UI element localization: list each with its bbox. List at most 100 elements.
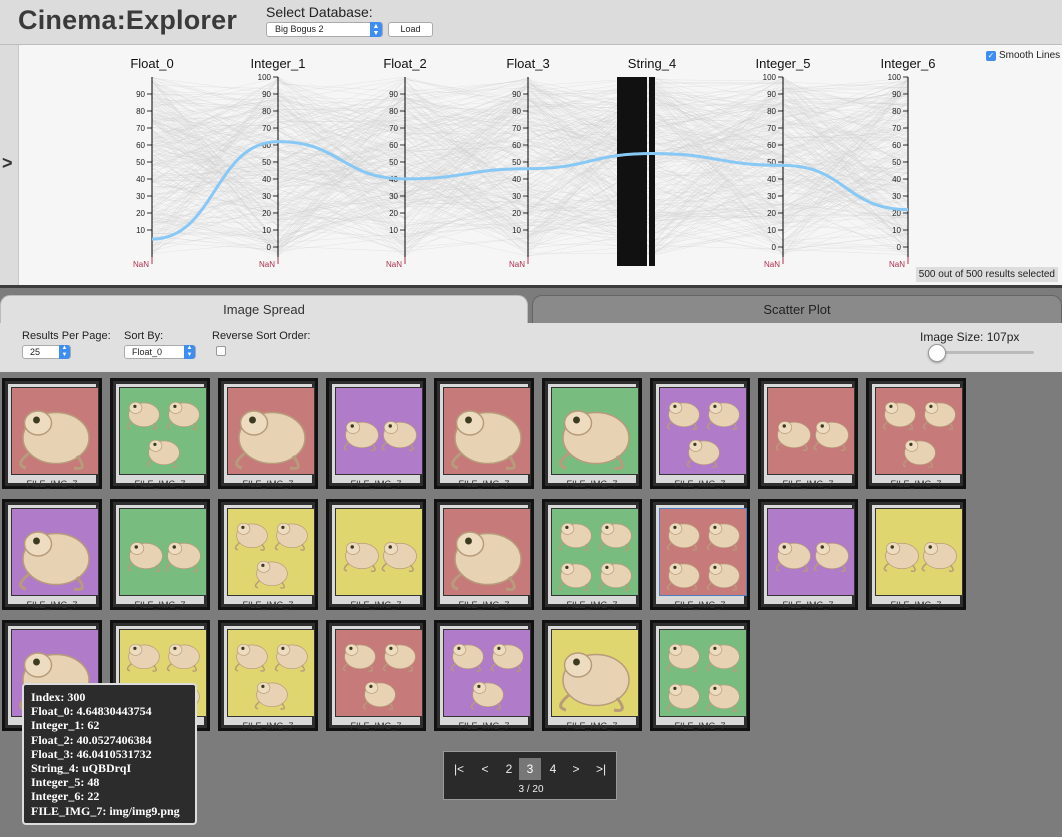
tick-label: 10 [136,226,145,235]
checkbox-checked-icon[interactable]: ✓ [986,50,996,61]
image-card[interactable]: FILE_IMG_7 [326,499,426,610]
image-card[interactable]: FILE_IMG_7 [758,499,858,610]
current-page-button[interactable]: 3 [519,758,541,780]
card-thumbnail[interactable] [11,387,99,475]
reverse-sort-checkbox[interactable] [216,346,226,356]
prev-page-button[interactable]: < [474,758,496,780]
card-thumbnail[interactable] [443,629,531,717]
image-card[interactable]: FILE_IMG_7 [434,620,534,731]
image-card-inner: FILE_IMG_7 [548,626,639,731]
image-card[interactable]: FILE_IMG_7 [866,499,966,610]
database-select[interactable]: Big Bogus 2 ▲ ▼ [266,22,383,37]
image-card[interactable]: FILE_IMG_7 [218,499,318,610]
page-button[interactable]: 2 [498,758,520,780]
load-button[interactable]: Load [388,22,433,37]
image-card[interactable]: FILE_IMG_7 [218,378,318,489]
frog-figure [666,522,700,551]
tick-label: 70 [389,124,398,133]
first-page-button[interactable]: |< [448,758,470,780]
frog-figure [706,562,740,591]
frog-figure [883,542,919,572]
image-card[interactable]: FILE_IMG_7 [866,378,966,489]
card-thumbnail[interactable] [335,629,423,717]
tooltip-line: Float_0: 4.64830443754 [31,704,152,719]
image-card[interactable]: FILE_IMG_7 [542,620,642,731]
axis-title: Float_3 [506,56,549,71]
frog-figure [558,522,592,551]
card-label: FILE_IMG_7 [782,600,834,610]
tooltip-line: Integer_5: 48 [31,775,100,790]
card-thumbnail[interactable] [119,387,207,475]
image-card[interactable]: FILE_IMG_7 [2,378,102,489]
axis-string-4[interactable]: String_4 [628,56,676,71]
tab-scatter-plot[interactable]: Scatter Plot [532,295,1062,324]
tab-image-spread[interactable]: Image Spread [0,295,528,324]
page-button[interactable]: 4 [542,758,564,780]
card-thumbnail[interactable] [875,508,963,596]
image-card[interactable]: FILE_IMG_7 [542,378,642,489]
image-card[interactable]: FILE_IMG_7 [650,620,750,731]
frog-figure [450,643,484,672]
thumbnail-image [666,643,740,712]
card-thumbnail[interactable] [767,508,855,596]
image-size-slider-thumb[interactable] [928,344,946,362]
card-label: FILE_IMG_7 [26,600,78,610]
image-card[interactable]: FILE_IMG_7 [326,378,426,489]
parallel-coordinates-plot[interactable]: Float_0 10 20 30 40 50 60 70 80 90 NaN Integer_1 0 10… [19,45,1062,285]
image-card[interactable]: FILE_IMG_7 [542,499,642,610]
image-card[interactable]: FILE_IMG_7 [218,620,318,731]
image-card[interactable]: FILE_IMG_7 [326,620,426,731]
last-page-button[interactable]: >| [590,758,612,780]
card-thumbnail[interactable] [227,508,315,596]
tick-label: 80 [512,107,521,116]
card-thumbnail[interactable] [767,387,855,475]
card-thumbnail[interactable] [11,508,99,596]
frog-figure [146,439,180,468]
card-thumbnail[interactable] [551,629,639,717]
card-thumbnail[interactable] [659,387,747,475]
card-thumbnail[interactable] [335,508,423,596]
card-thumbnail[interactable] [443,508,531,596]
tick-label: 10 [389,226,398,235]
sort-by-select[interactable]: Float_0 ▲ ▼ [124,345,196,359]
thumbnail-image [559,410,630,470]
tick-label: 0 [772,243,777,252]
results-per-page-select[interactable]: 25 ▲ ▼ [22,345,71,359]
axis-title: String_4 [628,56,676,71]
frog-figure [470,681,504,710]
tick-label: 40 [767,175,776,184]
smooth-lines-label: Smooth Lines [999,50,1061,61]
image-card[interactable]: FILE_IMG_7 [2,499,102,610]
card-thumbnail[interactable] [659,508,747,596]
card-thumbnail[interactable] [551,508,639,596]
image-card[interactable]: FILE_IMG_7 [110,378,210,489]
next-page-button[interactable]: > [565,758,587,780]
card-thumbnail[interactable] [875,387,963,475]
card-thumbnail[interactable] [335,387,423,475]
selection-count: 500 out of 500 results selected [915,267,1058,282]
image-card[interactable]: FILE_IMG_7 [110,499,210,610]
panel-toggle[interactable]: > [0,45,19,285]
image-card[interactable]: FILE_IMG_7 [434,499,534,610]
frog-figure [19,410,90,470]
image-card[interactable]: FILE_IMG_7 [758,378,858,489]
card-label: FILE_IMG_7 [242,721,294,731]
thumbnail-image [127,542,201,572]
frog-figure [559,410,630,470]
card-thumbnail[interactable] [119,508,207,596]
image-card[interactable]: FILE_IMG_7 [434,378,534,489]
frog-figure [343,542,379,572]
tick-label: 20 [262,209,271,218]
frog-figure [342,643,376,672]
image-card[interactable]: FILE_IMG_7 [650,499,750,610]
smooth-lines-toggle[interactable]: ✓ Smooth Lines [986,50,1060,61]
tick-label: 20 [389,209,398,218]
card-thumbnail[interactable] [551,387,639,475]
card-thumbnail[interactable] [659,629,747,717]
tick-label: 30 [389,192,398,201]
card-thumbnail[interactable] [443,387,531,475]
card-thumbnail[interactable] [227,387,315,475]
image-card[interactable]: FILE_IMG_7 [650,378,750,489]
image-card-inner: FILE_IMG_7 [332,626,423,731]
card-thumbnail[interactable] [227,629,315,717]
